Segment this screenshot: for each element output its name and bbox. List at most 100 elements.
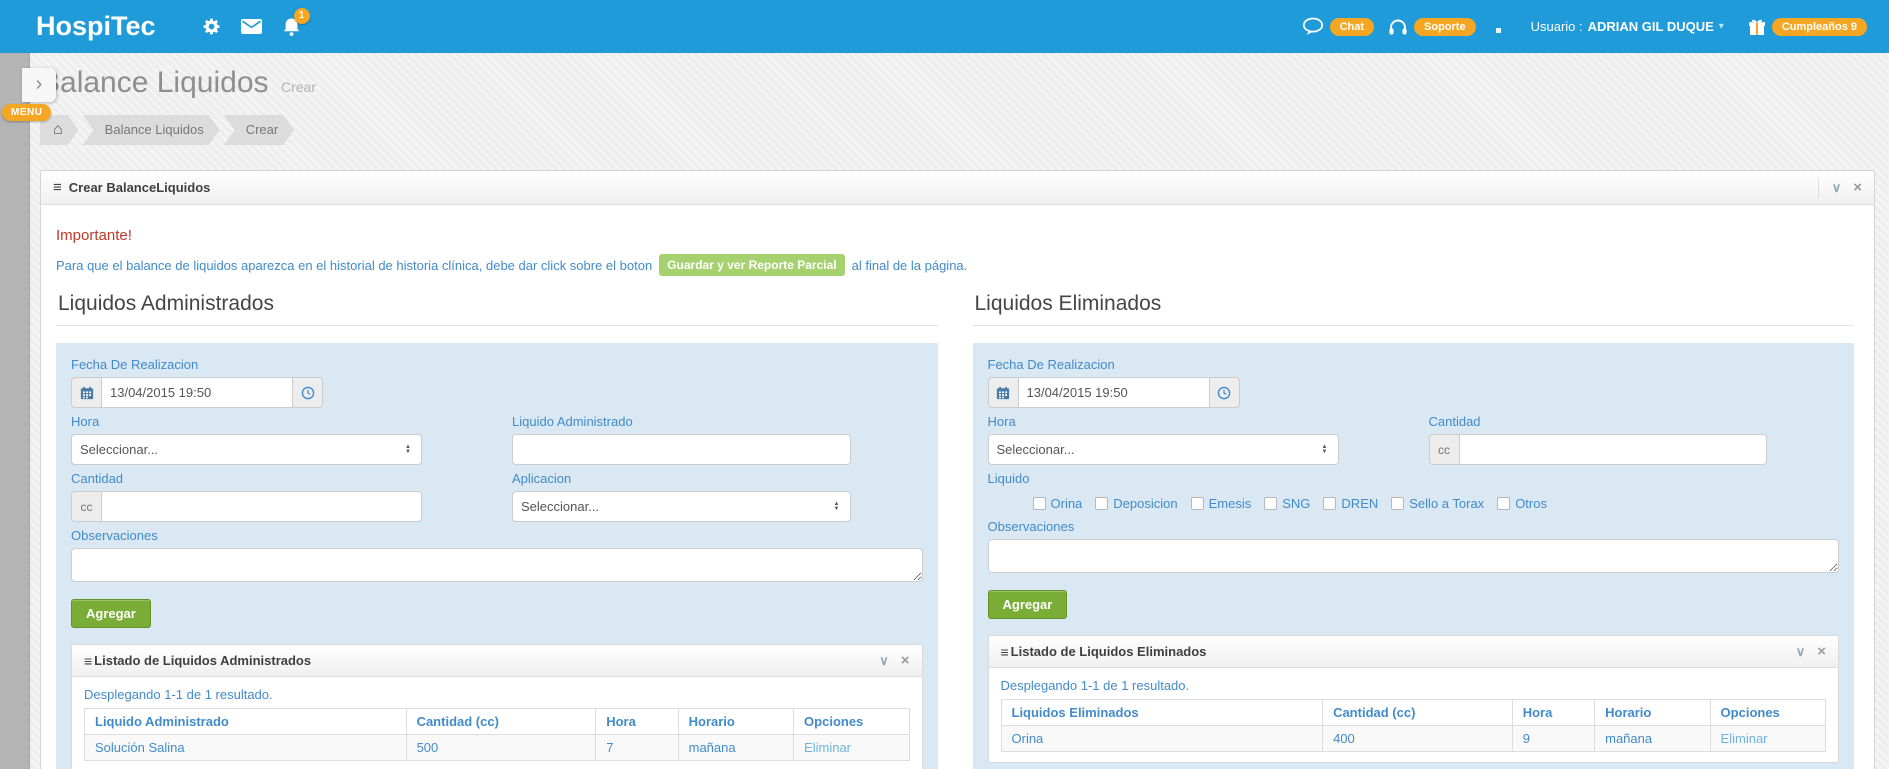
column-header: Hora — [1511, 699, 1596, 726]
result-summary: Desplegando 1-1 de 1 resultado. — [84, 687, 273, 702]
column-header: Cantidad (cc) — [405, 708, 597, 735]
cell-liquido: Orina — [1000, 725, 1324, 752]
support-badge: Soporte — [1414, 17, 1476, 36]
column-header: Hora — [595, 708, 679, 735]
birthday-badge: Cumpleaños 9 — [1771, 17, 1867, 36]
sng-checkbox[interactable] — [1264, 496, 1278, 510]
calendar-icon — [71, 377, 101, 408]
panel-close-icon[interactable]: × — [1853, 178, 1862, 198]
page-content: Balance Liquidos Crear ⌂ Balance Liquido… — [30, 53, 1889, 769]
eliminados-table: Liquidos Eliminados Cantidad (cc) Hora H… — [1000, 699, 1827, 752]
emesis-checkbox[interactable] — [1190, 496, 1204, 510]
settings-button[interactable] — [202, 17, 221, 36]
page-title: Balance Liquidos — [40, 66, 269, 99]
deposicion-checkbox[interactable] — [1095, 496, 1109, 510]
listado-eliminados-title: Listado de Liquidos Eliminados — [1010, 644, 1207, 659]
fecha-label: Fecha De Realizacion — [987, 357, 1115, 372]
sidebar-toggle[interactable]: › — [22, 68, 56, 102]
agregar-button[interactable]: Agregar — [987, 590, 1068, 619]
column-header: Liquidos Eliminados — [1000, 699, 1324, 726]
observaciones-textarea[interactable] — [987, 539, 1839, 573]
navbar-divider-dot — [1495, 28, 1501, 33]
messages-button[interactable] — [240, 19, 262, 34]
notifications-button[interactable]: 1 — [282, 7, 310, 37]
listado-eliminados-panel: ≡ Listado de Liquidos Eliminados ∨ × Des… — [987, 635, 1839, 763]
select-stepper-icon: ▲ ▼ — [833, 500, 840, 512]
important-heading: Importante! — [56, 227, 132, 244]
panel-title: Crear BalanceLiquidos — [68, 180, 211, 195]
headphones-icon — [1388, 18, 1408, 36]
result-summary: Desplegando 1-1 de 1 resultado. — [1000, 678, 1190, 693]
observaciones-textarea[interactable] — [71, 548, 923, 582]
fecha-input[interactable] — [101, 377, 293, 408]
panel-collapse-icon[interactable]: ∨ — [1832, 178, 1842, 198]
cell-horario: mañana — [1594, 725, 1711, 752]
administrados-heading: Liquidos Administrados — [58, 292, 274, 315]
listado-administrados-panel: ≡ Listado de Liquidos Administrados ∨ × … — [71, 644, 923, 769]
chevron-down-icon: ▾ — [1718, 21, 1724, 32]
observaciones-label: Observaciones — [987, 519, 1075, 534]
liquido-administrado-input[interactable] — [512, 434, 851, 465]
eliminar-link[interactable]: Eliminar — [804, 740, 851, 755]
birthday-menu[interactable]: Cumpleaños 9 — [1748, 17, 1867, 36]
table-row: Orina 400 9 mañana Eliminar — [1000, 725, 1827, 752]
chat-badge: Chat — [1329, 17, 1375, 36]
cell-cantidad: 400 — [1322, 725, 1513, 752]
breadcrumb-item-crear: Crear — [224, 115, 295, 145]
column-header: Horario — [677, 708, 795, 735]
column-header: Horario — [1594, 699, 1711, 726]
cantidad-input[interactable] — [1458, 434, 1767, 465]
column-header: Opciones — [793, 708, 910, 735]
cantidad-input[interactable] — [101, 491, 422, 522]
hora-select[interactable]: Seleccionar... ▲ ▼ — [71, 434, 422, 465]
cell-hora: 9 — [1511, 725, 1596, 752]
crear-balance-panel: ≡ Crear BalanceLiquidos ∨ × Importante! … — [40, 170, 1875, 769]
fecha-input[interactable] — [1017, 377, 1210, 408]
home-icon: ⌂ — [53, 121, 63, 138]
administrados-form: Fecha De Realizacion 13/04/2015 19:50 Ho… — [56, 343, 938, 769]
hora-select[interactable]: Seleccionar... ▲ ▼ — [987, 434, 1339, 465]
chevron-right-icon: › — [35, 73, 43, 95]
hora-label: Hora — [71, 414, 100, 429]
envelope-icon — [240, 19, 262, 34]
panel-close-icon[interactable]: × — [901, 651, 910, 671]
aplicacion-label: Aplicacion — [512, 471, 572, 486]
cantidad-label: Cantidad — [71, 471, 124, 486]
administrados-table: Liquido Administrado Cantidad (cc) Hora … — [84, 708, 910, 761]
aplicacion-select[interactable]: Seleccionar... ▲ ▼ — [512, 491, 851, 522]
dren-checkbox[interactable] — [1323, 496, 1337, 510]
user-dropdown[interactable]: Usuario : ADRIAN GIL DUQUE ▾ — [1531, 19, 1724, 34]
cell-cantidad: 500 — [405, 734, 597, 761]
brand-logo[interactable]: HospiTec — [36, 11, 156, 42]
observaciones-label: Observaciones — [71, 528, 158, 543]
panel-collapse-icon[interactable]: ∨ — [879, 651, 889, 671]
clock-icon[interactable] — [293, 377, 323, 408]
administrados-section: Liquidos Administrados Fecha De Realizac… — [56, 292, 938, 769]
eliminar-link[interactable]: Eliminar — [1721, 731, 1768, 746]
panel-collapse-icon[interactable]: ∨ — [1796, 642, 1806, 662]
liquido-administrado-label: Liquido Administrado — [512, 414, 633, 429]
panel-close-icon[interactable]: × — [1817, 642, 1826, 662]
agregar-button[interactable]: Agregar — [71, 599, 151, 628]
menu-badge: MENU — [2, 104, 52, 121]
user-name-label: ADRIAN GIL DUQUE — [1587, 19, 1714, 34]
orina-checkbox[interactable] — [1032, 496, 1046, 510]
otros-checkbox[interactable] — [1497, 496, 1511, 510]
liquido-label: Liquido — [987, 471, 1030, 486]
column-header: Cantidad (cc) — [1322, 699, 1513, 726]
calendar-icon — [987, 377, 1018, 408]
hamburger-icon: ≡ — [1000, 643, 1009, 660]
support-menu[interactable]: Soporte — [1388, 17, 1476, 36]
breadcrumb-item-balance-liquidos[interactable]: Balance Liquidos — [83, 115, 220, 145]
important-note: Para que el balance de liquidos aparezca… — [56, 254, 1854, 276]
eliminados-heading: Liquidos Eliminados — [974, 292, 1162, 315]
sello-torax-checkbox[interactable] — [1391, 496, 1405, 510]
cell-liquido: Solución Salina — [84, 734, 407, 761]
eliminados-form: Fecha De Realizacion 13/04/2015 19:50 Ho… — [972, 343, 1854, 769]
clock-icon[interactable] — [1209, 377, 1240, 408]
hamburger-icon: ≡ — [53, 179, 62, 196]
cell-hora: 7 — [595, 734, 679, 761]
chat-menu[interactable]: Chat — [1302, 17, 1375, 36]
select-stepper-icon: ▲ ▼ — [405, 443, 411, 455]
collapsed-sidebar — [0, 53, 30, 769]
